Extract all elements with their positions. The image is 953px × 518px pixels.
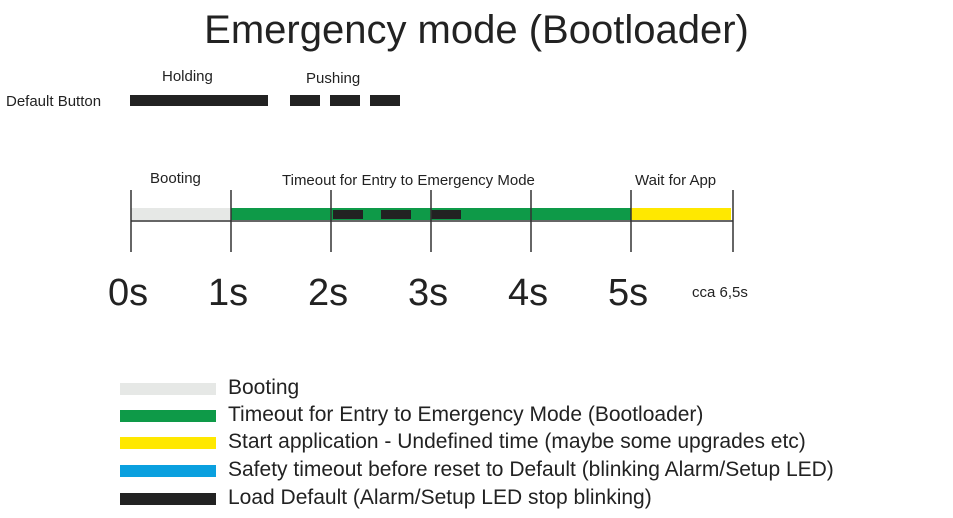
- push-pulse-1: [290, 95, 320, 106]
- legend-label-safety: Safety timeout before reset to Default (…: [228, 458, 834, 481]
- legend-swatch-start-app: [120, 437, 216, 449]
- push-pulse-2: [330, 95, 360, 106]
- legend-label-start-app: Start application - Undefined time (mayb…: [228, 430, 806, 453]
- tick-label-5: 5s: [608, 272, 649, 314]
- tick-label-1: 1s: [208, 272, 249, 314]
- legend-swatch-booting: [120, 383, 216, 395]
- tick-label-3: 3s: [408, 272, 449, 314]
- legend-swatch-safety: [120, 465, 216, 477]
- legend-label-load-default: Load Default (Alarm/Setup LED stop blink…: [228, 486, 652, 509]
- tick-label-2: 2s: [308, 272, 349, 314]
- holding-bar: [130, 95, 268, 106]
- legend-label-booting: Booting: [228, 376, 300, 399]
- tick-label-end: cca 6,5s: [692, 284, 748, 301]
- tick-label-4: 4s: [508, 272, 549, 314]
- legend-label-timeout: Timeout for Entry to Emergency Mode (Boo…: [228, 403, 704, 426]
- push-pulse-3: [370, 95, 400, 106]
- blink-marker-3: [431, 210, 461, 219]
- legend-swatch-load-default: [120, 493, 216, 505]
- segment-booting: [131, 208, 231, 220]
- segment-wait: [631, 208, 731, 220]
- blink-marker-1: [333, 210, 363, 219]
- legend-swatch-timeout: [120, 410, 216, 422]
- blink-marker-2: [381, 210, 411, 219]
- tick-label-0: 0s: [108, 272, 149, 314]
